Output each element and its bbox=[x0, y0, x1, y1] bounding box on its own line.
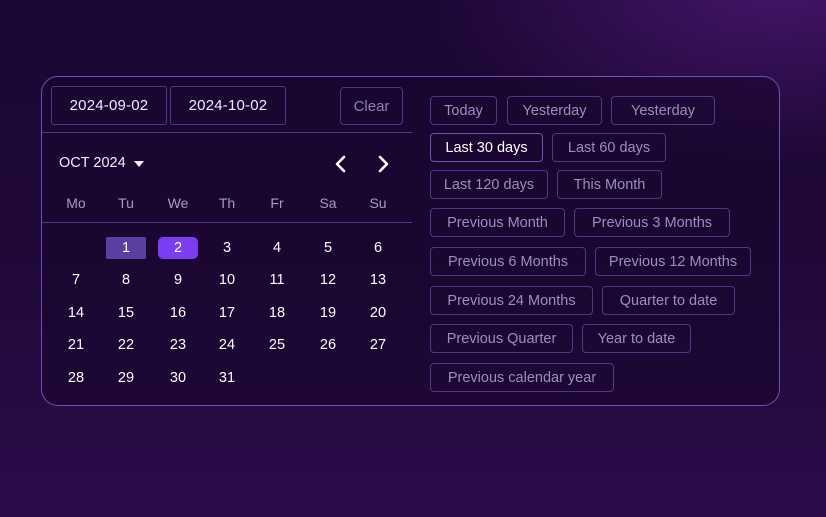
calendar-day[interactable]: 22 bbox=[106, 334, 146, 356]
weekday-label: Th bbox=[218, 195, 236, 211]
preset-yesterday[interactable]: Yesterday bbox=[611, 96, 715, 125]
calendar-day[interactable]: 11 bbox=[257, 269, 297, 291]
start-date-input[interactable]: 2024-09-02 bbox=[51, 86, 167, 125]
calendar-day[interactable]: 3 bbox=[207, 237, 247, 259]
calendar-day[interactable]: 21 bbox=[56, 334, 96, 356]
weekday-label: Sa bbox=[319, 195, 337, 211]
preset-quarter-to-date[interactable]: Quarter to date bbox=[602, 286, 735, 315]
date-range-picker-panel bbox=[41, 76, 780, 406]
calendar-day[interactable]: 16 bbox=[158, 302, 198, 324]
calendar-day[interactable]: 5 bbox=[308, 237, 348, 259]
calendar-day-range-end[interactable]: 2 bbox=[158, 237, 198, 259]
caret-down-icon bbox=[133, 160, 144, 167]
calendar-day[interactable]: 10 bbox=[207, 269, 247, 291]
calendar-day[interactable]: 15 bbox=[106, 302, 146, 324]
calendar-day[interactable]: 18 bbox=[257, 302, 297, 324]
preset-year-to-date[interactable]: Year to date bbox=[582, 324, 691, 353]
calendar-day[interactable]: 25 bbox=[257, 334, 297, 356]
calendar-day[interactable]: 28 bbox=[56, 367, 96, 389]
calendar-day[interactable]: 17 bbox=[207, 302, 247, 324]
calendar-day[interactable]: 30 bbox=[158, 367, 198, 389]
calendar-day[interactable]: 20 bbox=[358, 302, 398, 324]
weekday-label: Fr bbox=[270, 195, 284, 211]
preset-previous-calendar-year[interactable]: Previous calendar year bbox=[430, 363, 614, 392]
calendar-day[interactable]: 26 bbox=[308, 334, 348, 356]
weekday-label: Su bbox=[369, 195, 387, 211]
calendar-day[interactable]: 29 bbox=[106, 367, 146, 389]
calendar-day[interactable]: 24 bbox=[207, 334, 247, 356]
preset-previous-24-months[interactable]: Previous 24 Months bbox=[430, 286, 593, 315]
preset-previous-12-months[interactable]: Previous 12 Months bbox=[595, 247, 751, 276]
preset-last-120-days[interactable]: Last 120 days bbox=[430, 170, 548, 199]
preset-previous-3-months[interactable]: Previous 3 Months bbox=[574, 208, 730, 237]
calendar-day[interactable]: 4 bbox=[257, 237, 297, 259]
calendar-day[interactable]: 23 bbox=[158, 334, 198, 356]
calendar-day[interactable]: 8 bbox=[106, 269, 146, 291]
calendar-day[interactable]: 27 bbox=[358, 334, 398, 356]
weekday-label: Tu bbox=[118, 195, 134, 211]
calendar-day[interactable]: 14 bbox=[56, 302, 96, 324]
calendar-day[interactable]: 12 bbox=[308, 269, 348, 291]
calendar-day[interactable]: 9 bbox=[158, 269, 198, 291]
preset-previous-6-months[interactable]: Previous 6 Months bbox=[430, 247, 586, 276]
preset-previous-quarter[interactable]: Previous Quarter bbox=[430, 324, 573, 353]
divider bbox=[42, 222, 412, 223]
weekday-label: We bbox=[167, 195, 189, 211]
preset-last-30-days[interactable]: Last 30 days bbox=[430, 133, 543, 162]
weekday-label: Mo bbox=[66, 195, 86, 211]
clear-button[interactable]: Clear bbox=[340, 87, 403, 125]
divider bbox=[42, 132, 412, 133]
preset-today[interactable]: Today bbox=[430, 96, 497, 125]
calendar-day-range-start[interactable]: 1 bbox=[106, 237, 146, 259]
end-date-input[interactable]: 2024-10-02 bbox=[170, 86, 286, 125]
calendar-day[interactable]: 19 bbox=[308, 302, 348, 324]
calendar-day[interactable]: 13 bbox=[358, 269, 398, 291]
calendar-day[interactable]: 6 bbox=[358, 237, 398, 259]
month-selector[interactable]: OCT 2024 bbox=[59, 155, 144, 171]
month-label: OCT 2024 bbox=[59, 155, 126, 171]
preset-previous-month[interactable]: Previous Month bbox=[430, 208, 565, 237]
chevron-right-icon[interactable] bbox=[373, 154, 393, 174]
calendar-day[interactable]: 7 bbox=[56, 269, 96, 291]
preset-last-60-days[interactable]: Last 60 days bbox=[552, 133, 666, 162]
calendar-day[interactable]: 31 bbox=[207, 367, 247, 389]
preset-yesterday[interactable]: Yesterday bbox=[507, 96, 602, 125]
preset-this-month[interactable]: This Month bbox=[557, 170, 662, 199]
chevron-left-icon[interactable] bbox=[331, 154, 351, 174]
